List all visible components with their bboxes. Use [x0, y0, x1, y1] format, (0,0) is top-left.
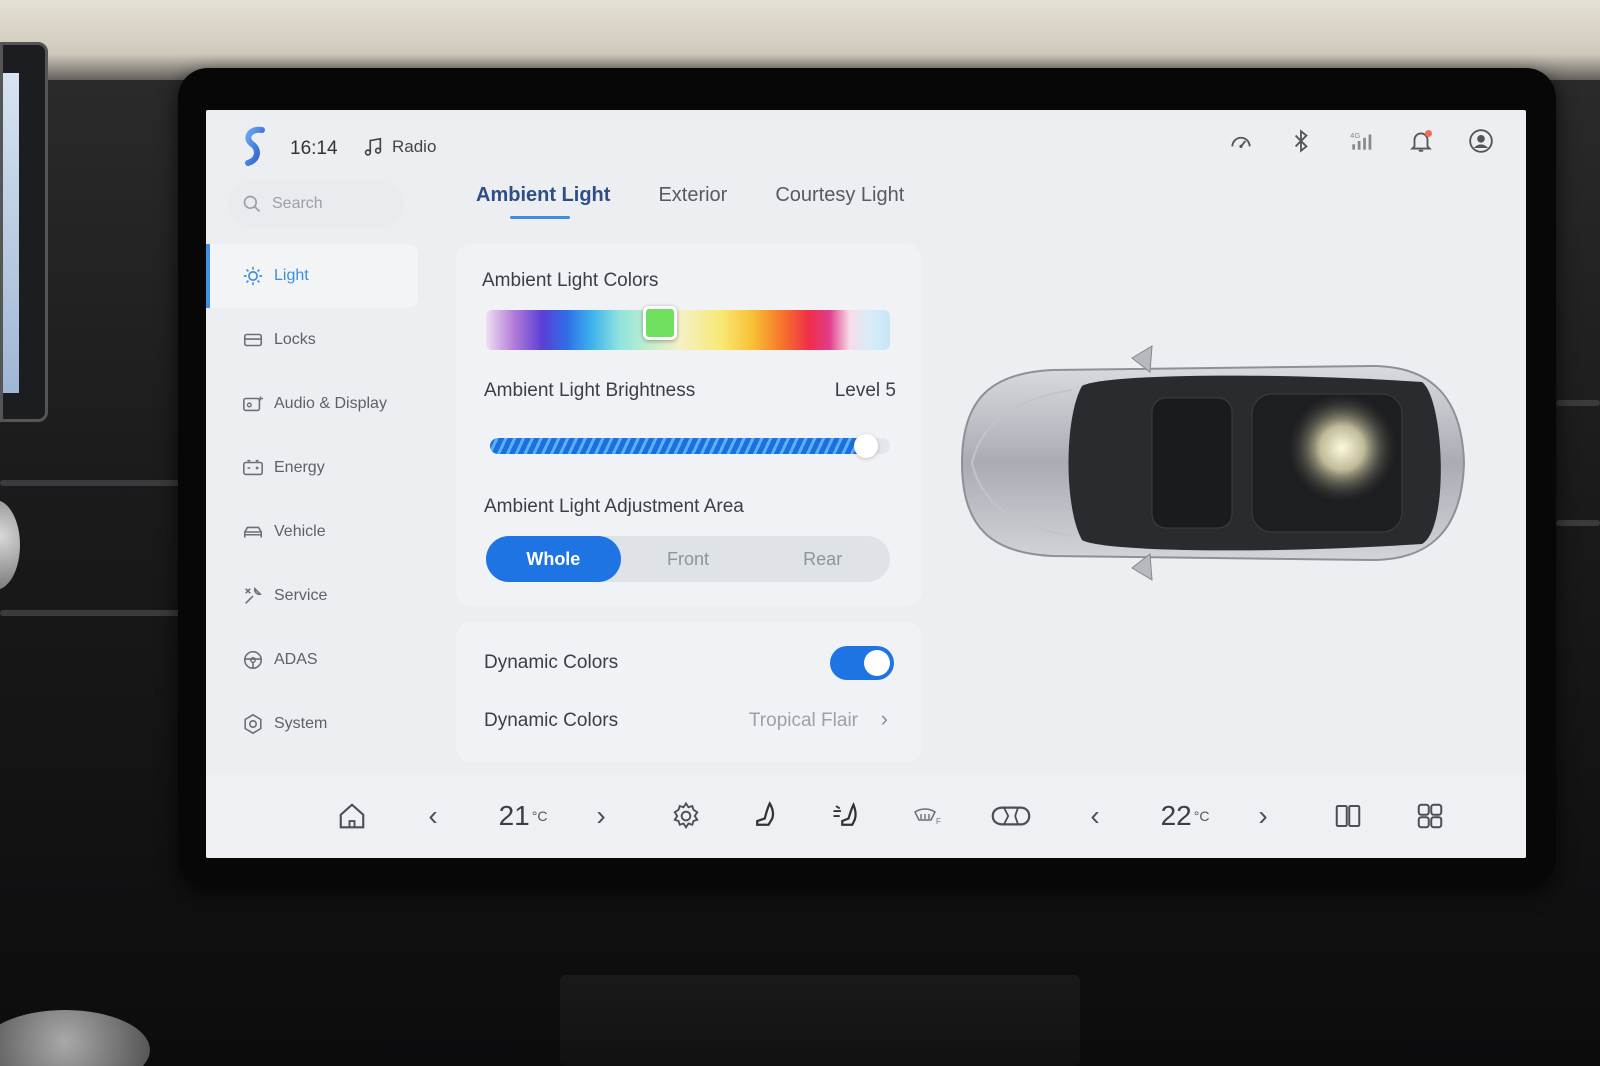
right-temp-unit: °C	[1193, 808, 1210, 824]
dynamic-colors-toggle[interactable]	[830, 646, 894, 680]
area-option-whole[interactable]: Whole	[486, 536, 621, 582]
dash-trim-right	[1556, 400, 1600, 406]
brightness-label: Ambient Light Brightness	[484, 380, 696, 401]
sidebar-item-light[interactable]: Light	[206, 244, 418, 308]
status-icons: 4G	[1228, 128, 1494, 154]
sidebar-item-audio-display[interactable]: Audio & Display	[206, 372, 418, 436]
sidebar-item-label: Light	[274, 267, 309, 284]
sidebar-item-adas[interactable]: ADAS	[206, 628, 418, 692]
lock-icon	[242, 329, 264, 351]
sidebar-item-energy[interactable]: Energy	[206, 436, 418, 500]
sidebar-item-label: Audio & Display	[274, 395, 387, 412]
dynamic-colors-mode-value[interactable]: Tropical Flair	[749, 710, 858, 732]
color-spectrum-picker[interactable]	[486, 306, 890, 350]
color-picker-handle[interactable]	[642, 306, 677, 340]
clock: 16:14	[290, 138, 338, 159]
sidebar-item-label: Locks	[274, 331, 316, 348]
dynamic-colors-card: Dynamic Colors Dynamic Colors Tropical F…	[456, 622, 922, 762]
chevron-left-icon[interactable]: ‹	[1080, 788, 1110, 844]
brand-logo-icon[interactable]	[240, 126, 270, 166]
car-top-icon[interactable]	[986, 788, 1036, 844]
instrument-cluster-display	[3, 73, 19, 393]
left-temp-value: 21	[498, 800, 530, 831]
user-icon[interactable]	[1468, 128, 1494, 154]
tab-bar: Ambient Light Exterior Courtesy Light	[476, 184, 904, 219]
dash-trim-left-lower	[0, 610, 180, 616]
sidebar-item-label: Vehicle	[274, 523, 326, 540]
chevron-right-icon[interactable]: ›	[881, 706, 888, 732]
bell-icon[interactable]	[1408, 128, 1434, 154]
sidebar-item-label: Energy	[274, 459, 325, 476]
media-source[interactable]: Radio	[362, 136, 436, 158]
instrument-cluster	[0, 42, 48, 422]
tab-exterior[interactable]: Exterior	[658, 184, 727, 219]
search-input[interactable]: Search	[228, 180, 404, 228]
ambient-settings-card: Ambient Light Colors Ambient Light Brigh…	[456, 244, 922, 606]
left-temp-unit: °C	[531, 808, 548, 824]
area-segmented-control: Whole Front Rear	[486, 536, 890, 582]
steering-wheel-icon	[242, 649, 264, 671]
right-temp-value: 22	[1160, 800, 1192, 831]
sidebar-item-label: Service	[274, 587, 328, 604]
right-temperature[interactable]: 22 °C	[1150, 788, 1220, 844]
sidebar-nav: Light Locks Audio & Display Energy Vehic…	[206, 244, 418, 756]
battery-icon	[242, 457, 264, 479]
brightness-level: Level 5	[834, 380, 896, 401]
chevron-left-icon[interactable]: ‹	[418, 788, 448, 844]
fan-settings-icon[interactable]	[666, 788, 706, 844]
brightness-slider-thumb[interactable]	[854, 434, 878, 458]
dash-trim-right-lower	[1556, 520, 1600, 526]
status-bar: 16:14 Radio 4G	[206, 110, 1526, 180]
brightness-slider-fill	[490, 438, 866, 454]
car-top-view-image	[960, 345, 1466, 581]
svg-text:F: F	[936, 817, 941, 826]
wrench-icon	[242, 585, 264, 607]
music-note-icon	[364, 137, 382, 156]
infotainment-screen: 16:14 Radio 4G Search Light Locks Audio …	[206, 110, 1526, 858]
toggle-knob	[864, 650, 890, 676]
dynamic-colors-mode-label: Dynamic Colors	[484, 710, 619, 731]
sun-icon	[242, 265, 264, 287]
adjustment-area-label: Ambient Light Adjustment Area	[484, 496, 744, 517]
sidebar-item-label: System	[274, 715, 328, 732]
settings-icon	[242, 713, 264, 735]
area-option-front[interactable]: Front	[621, 536, 756, 582]
search-icon	[243, 195, 261, 213]
sidebar-item-system[interactable]: System	[206, 692, 418, 756]
home-icon[interactable]	[332, 788, 372, 844]
left-temperature[interactable]: 21 °C	[488, 788, 558, 844]
sidebar-item-label: ADAS	[274, 651, 318, 668]
notification-dot	[1425, 130, 1432, 137]
tab-ambient-light[interactable]: Ambient Light	[476, 184, 610, 219]
media-source-label: Radio	[392, 137, 437, 156]
app-grid-icon[interactable]	[1410, 788, 1450, 844]
speedometer-icon[interactable]	[1228, 128, 1254, 154]
tab-courtesy-light[interactable]: Courtesy Light	[775, 184, 904, 219]
split-screen-icon[interactable]	[1328, 788, 1368, 844]
car-icon	[242, 521, 264, 543]
dynamic-colors-toggle-label: Dynamic Colors	[484, 652, 619, 673]
bluetooth-icon[interactable]	[1288, 128, 1314, 154]
seat-icon[interactable]	[746, 788, 786, 844]
svg-text:4G: 4G	[1350, 131, 1360, 140]
sidebar-item-locks[interactable]: Locks	[206, 308, 418, 372]
sidebar-item-vehicle[interactable]: Vehicle	[206, 500, 418, 564]
search-placeholder: Search	[272, 195, 323, 212]
area-option-rear[interactable]: Rear	[755, 536, 890, 582]
airflow-icon[interactable]	[826, 788, 866, 844]
center-console	[560, 975, 1080, 1066]
defrost-front-icon[interactable]: F	[906, 788, 950, 844]
brightness-slider[interactable]	[490, 434, 890, 458]
chevron-right-icon[interactable]: ›	[586, 788, 616, 844]
signal-4g-icon: 4G	[1348, 128, 1374, 154]
dash-trim-left	[0, 480, 180, 486]
sidebar-item-service[interactable]: Service	[206, 564, 418, 628]
ambient-colors-label: Ambient Light Colors	[482, 270, 659, 291]
display-icon	[242, 393, 264, 415]
chevron-right-icon[interactable]: ›	[1248, 788, 1278, 844]
bottom-dock: ‹ 21 °C › F ‹ 22 °C ›	[206, 774, 1526, 858]
